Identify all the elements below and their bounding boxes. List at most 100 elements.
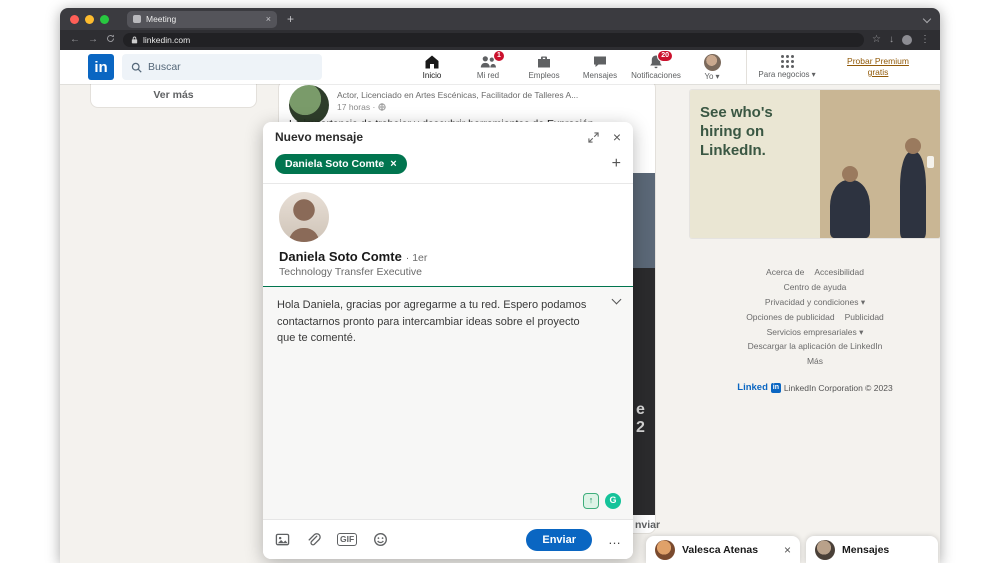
see-more-label: Ver más bbox=[153, 88, 194, 101]
post-image-text: e 2 bbox=[636, 401, 645, 436]
nav-mensajes[interactable]: Mensajes bbox=[572, 54, 628, 81]
close-chat-icon[interactable]: × bbox=[784, 544, 791, 556]
back-icon[interactable]: ← bbox=[70, 35, 80, 45]
nav-label: Notificaciones bbox=[631, 71, 681, 80]
recipient-avatar[interactable] bbox=[279, 192, 329, 242]
grid-icon bbox=[780, 55, 794, 68]
footer-link-dropdown[interactable]: Servicios empresariales ▾ bbox=[767, 325, 864, 340]
footer-link[interactable]: Opciones de publicidad bbox=[746, 310, 834, 325]
emoji-icon[interactable] bbox=[373, 532, 388, 547]
chat-avatar bbox=[655, 539, 675, 560]
message-textarea[interactable]: Hola Daniela, gracias por agregarme a tu… bbox=[263, 287, 633, 519]
more-options-icon[interactable]: … bbox=[608, 533, 621, 546]
tab-title: Meeting bbox=[146, 14, 177, 24]
gif-icon[interactable]: GIF bbox=[337, 533, 358, 546]
linkedin-logo[interactable]: in bbox=[88, 54, 114, 80]
ad-image bbox=[820, 90, 940, 238]
linkedin-wordmark: Linked bbox=[737, 382, 768, 394]
assistant-icon[interactable]: ↑ bbox=[583, 493, 599, 509]
comment-send-button-partial[interactable]: nviar bbox=[635, 519, 660, 531]
footer-link[interactable]: Publicidad bbox=[845, 310, 884, 325]
footer-link[interactable]: Más bbox=[807, 354, 823, 369]
tab-overflow-icon[interactable] bbox=[922, 14, 932, 24]
footer-link[interactable]: Descargar la aplicación de LinkedIn bbox=[748, 339, 883, 354]
footer-copyright: Linked in LinkedIn Corporation © 2023 bbox=[690, 382, 940, 393]
nav-label: Inicio bbox=[422, 71, 442, 80]
messages-label: Mensajes bbox=[842, 543, 890, 556]
chevron-down-icon: ▾ bbox=[811, 70, 816, 79]
footer-link[interactable]: Acerca de bbox=[766, 265, 804, 280]
sidebar-see-more-button[interactable]: Ver más bbox=[90, 82, 257, 108]
right-rail: See who's hiring on LinkedIn. Acerca de … bbox=[690, 90, 940, 393]
browser-window: Meeting × + ← → linkedin.com ☆ ↓ ⋮ in Bu… bbox=[60, 8, 940, 563]
browser-url-bar: ← → linkedin.com ☆ ↓ ⋮ bbox=[60, 30, 940, 50]
home-icon bbox=[424, 54, 440, 70]
attach-file-icon[interactable] bbox=[306, 532, 321, 547]
nav-notificaciones[interactable]: 20 Notificaciones bbox=[628, 50, 684, 81]
close-window-button[interactable] bbox=[70, 14, 79, 24]
browser-tab[interactable]: Meeting × bbox=[127, 10, 277, 28]
browser-tab-bar: Meeting × + bbox=[60, 8, 940, 30]
ad-text: See who's hiring on LinkedIn. bbox=[690, 90, 820, 238]
footer-link[interactable]: Accesibilidad bbox=[814, 265, 864, 280]
premium-line1: Probar Premium bbox=[847, 55, 909, 66]
briefcase-icon bbox=[536, 54, 552, 70]
new-message-dialog: Nuevo mensaje × Daniela Soto Comte × + D… bbox=[263, 122, 633, 559]
recipient-name: Daniela Soto Comte bbox=[285, 158, 385, 170]
address-bar[interactable]: linkedin.com bbox=[123, 33, 865, 47]
recipient-full-name[interactable]: Daniela Soto Comte bbox=[279, 249, 402, 264]
hiring-ad[interactable]: See who's hiring on LinkedIn. bbox=[690, 90, 940, 238]
minimize-window-button[interactable] bbox=[85, 14, 94, 24]
send-button[interactable]: Enviar bbox=[526, 528, 592, 551]
footer-links: Acerca de Accesibilidad Centro de ayuda … bbox=[690, 265, 940, 369]
browser-menu-icon[interactable]: ⋮ bbox=[920, 35, 930, 45]
recipient-profile-preview: Daniela Soto Comte · 1er Technology Tran… bbox=[263, 184, 633, 287]
tab-close-icon[interactable]: × bbox=[266, 14, 271, 24]
nav-mi-red[interactable]: 1 Mi red bbox=[460, 50, 516, 81]
compose-toolbar: GIF Enviar … bbox=[263, 519, 633, 559]
search-icon bbox=[131, 62, 142, 73]
reload-icon[interactable] bbox=[106, 34, 115, 46]
premium-link[interactable]: Probar Premium gratis bbox=[831, 56, 925, 79]
nav-empleos[interactable]: Empleos bbox=[516, 54, 572, 81]
top-navigation: Inicio 1 Mi red Empleos Mensajes 20 Noti… bbox=[404, 50, 740, 81]
my-network-badge: 1 bbox=[493, 50, 505, 62]
downloads-icon[interactable]: ↓ bbox=[889, 35, 894, 45]
chat-name: Valesca Atenas bbox=[682, 543, 759, 556]
for-business-menu[interactable]: Para negocios ▾ bbox=[747, 55, 827, 79]
lock-icon bbox=[131, 36, 138, 44]
linkedin-header: in Buscar Inicio 1 Mi red Empleos Mensaj… bbox=[60, 50, 940, 84]
linkedin-page: in Buscar Inicio 1 Mi red Empleos Mensaj… bbox=[60, 50, 940, 563]
recipient-headline: Technology Transfer Executive bbox=[279, 266, 422, 278]
browser-profile-icon[interactable] bbox=[902, 35, 912, 45]
footer-link[interactable]: Centro de ayuda bbox=[784, 280, 847, 295]
screenshot-canvas: Meeting × + ← → linkedin.com ☆ ↓ ⋮ in Bu… bbox=[0, 0, 1000, 563]
chat-dock-valesca[interactable]: Valesca Atenas × bbox=[646, 536, 800, 563]
globe-icon bbox=[378, 103, 386, 111]
search-input[interactable]: Buscar bbox=[122, 54, 322, 80]
new-tab-button[interactable]: + bbox=[287, 13, 294, 25]
add-recipient-button[interactable]: + bbox=[612, 156, 621, 172]
remove-recipient-icon[interactable]: × bbox=[390, 158, 396, 170]
connection-degree: · 1er bbox=[405, 252, 428, 264]
maximize-window-button[interactable] bbox=[100, 14, 109, 24]
forward-icon[interactable]: → bbox=[88, 35, 98, 45]
close-icon[interactable]: × bbox=[613, 130, 621, 144]
nav-label: Empleos bbox=[528, 71, 560, 80]
grammarly-icon[interactable]: G bbox=[605, 493, 621, 509]
chat-dock-mensajes[interactable]: Mensajes bbox=[806, 536, 938, 563]
collapse-chevron-icon[interactable] bbox=[611, 294, 622, 305]
recipient-chip[interactable]: Daniela Soto Comte × bbox=[275, 154, 407, 174]
notifications-badge: 20 bbox=[657, 50, 673, 62]
dialog-title: Nuevo mensaje bbox=[275, 130, 364, 144]
expand-icon[interactable] bbox=[588, 131, 599, 143]
nav-inicio[interactable]: Inicio bbox=[404, 54, 460, 81]
attach-image-icon[interactable] bbox=[275, 532, 290, 547]
nav-label: Mi red bbox=[476, 71, 500, 80]
post-timestamp: 17 horas · bbox=[337, 102, 386, 112]
bookmark-star-icon[interactable]: ☆ bbox=[872, 35, 881, 45]
footer-link-dropdown[interactable]: Privacidad y condiciones ▾ bbox=[765, 295, 865, 310]
linkedin-mini-logo: in bbox=[770, 382, 781, 393]
nav-yo[interactable]: Yo ▾ bbox=[684, 53, 740, 81]
me-avatar bbox=[703, 53, 721, 71]
